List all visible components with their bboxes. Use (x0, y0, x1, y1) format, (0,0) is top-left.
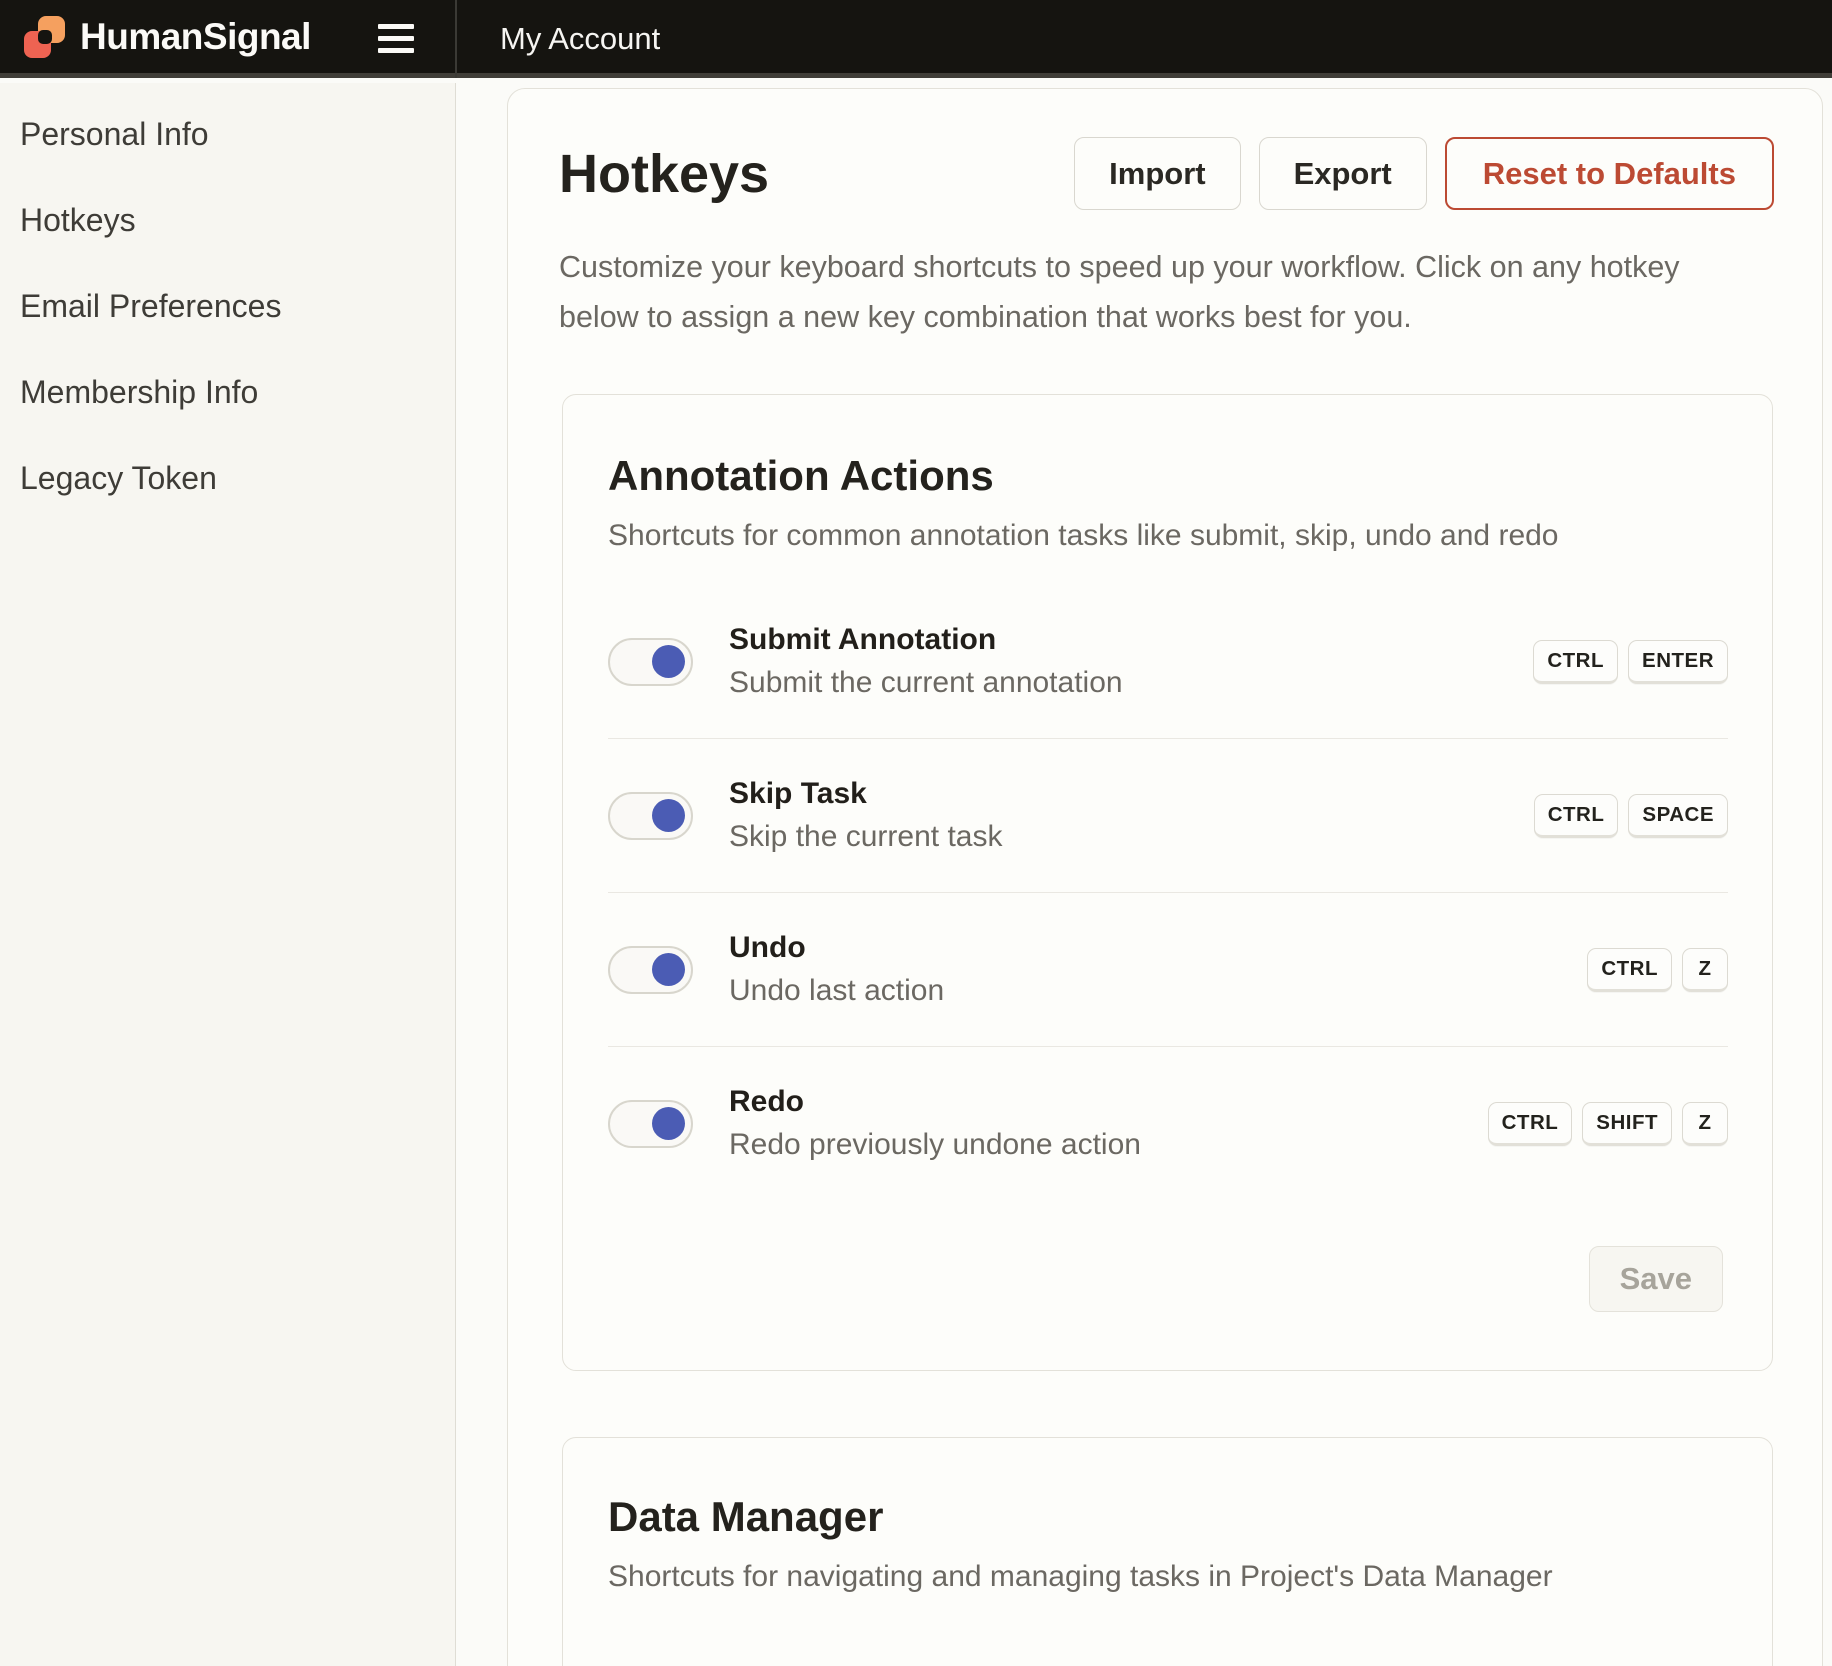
hotkey-row-text: Undo Undo last action (729, 929, 944, 1010)
annotation-actions-subtitle: Shortcuts for common annotation tasks li… (608, 517, 1728, 555)
key-chip-ctrl[interactable]: CTRL (1587, 948, 1672, 992)
save-row: Save (563, 1200, 1772, 1370)
hotkey-description: Skip the current task (729, 818, 1002, 856)
hotkey-title: Skip Task (729, 775, 1002, 813)
reset-to-defaults-button[interactable]: Reset to Defaults (1445, 137, 1774, 210)
key-chip-ctrl[interactable]: CTRL (1533, 640, 1618, 684)
page-title: My Account (500, 0, 660, 78)
key-chip-enter[interactable]: ENTER (1628, 640, 1728, 684)
hotkey-row-text: Submit Annotation Submit the current ann… (729, 621, 1123, 702)
toggle-knob (652, 1107, 685, 1140)
skip-task-toggle[interactable] (608, 792, 693, 840)
save-button[interactable]: Save (1589, 1246, 1723, 1312)
redo-toggle[interactable] (608, 1100, 693, 1148)
menu-icon[interactable] (378, 24, 414, 54)
submit-annotation-toggle[interactable] (608, 638, 693, 686)
hotkeys-header-buttons: Import Export Reset to Defaults (1074, 137, 1774, 210)
key-chip-ctrl[interactable]: CTRL (1534, 794, 1619, 838)
data-manager-title: Data Manager (608, 1492, 1728, 1542)
main-content: Hotkeys Import Export Reset to Defaults … (457, 83, 1832, 1666)
import-button[interactable]: Import (1074, 137, 1240, 210)
key-chip-space[interactable]: SPACE (1628, 794, 1728, 838)
hotkeys-description: Customize your keyboard shortcuts to spe… (559, 242, 1749, 342)
toggle-knob (652, 953, 685, 986)
hotkeys-header: Hotkeys Import Export Reset to Defaults (508, 89, 1822, 210)
hotkey-title: Submit Annotation (729, 621, 1123, 659)
hotkey-row-redo: Redo Redo previously undone action CTRL … (608, 1047, 1728, 1200)
undo-toggle[interactable] (608, 946, 693, 994)
key-chip-shift[interactable]: SHIFT (1582, 1102, 1672, 1146)
hotkey-keys: CTRL SPACE (1534, 794, 1728, 838)
top-bar: HumanSignal My Account (0, 0, 1832, 78)
key-chip-z[interactable]: Z (1682, 1102, 1728, 1146)
hotkey-description: Redo previously undone action (729, 1126, 1141, 1164)
data-manager-head: Data Manager Shortcuts for navigating an… (563, 1438, 1772, 1596)
hotkey-rows: Submit Annotation Submit the current ann… (608, 585, 1728, 1200)
key-chip-ctrl[interactable]: CTRL (1488, 1102, 1573, 1146)
sidebar-item-legacy-token[interactable]: Legacy Token (0, 435, 455, 521)
toggle-knob (652, 799, 685, 832)
hotkey-title: Redo (729, 1083, 1141, 1121)
hotkey-title: Undo (729, 929, 944, 967)
hotkeys-title: Hotkeys (559, 141, 769, 207)
sidebar-item-personal-info[interactable]: Personal Info (0, 91, 455, 177)
hotkey-row-submit-annotation: Submit Annotation Submit the current ann… (608, 585, 1728, 739)
hotkey-keys: CTRL SHIFT Z (1488, 1102, 1728, 1146)
brand-logo-link[interactable]: HumanSignal (0, 14, 311, 60)
data-manager-subtitle: Shortcuts for navigating and managing ta… (608, 1558, 1728, 1596)
annotation-actions-head: Annotation Actions Shortcuts for common … (563, 395, 1772, 555)
brand-name: HumanSignal (80, 16, 311, 58)
toggle-knob (652, 645, 685, 678)
sidebar-item-email-preferences[interactable]: Email Preferences (0, 263, 455, 349)
hotkey-row-text: Redo Redo previously undone action (729, 1083, 1141, 1164)
topbar-divider (455, 0, 457, 78)
data-manager-card: Data Manager Shortcuts for navigating an… (562, 1437, 1773, 1666)
hotkey-keys: CTRL ENTER (1533, 640, 1728, 684)
hotkey-row-undo: Undo Undo last action CTRL Z (608, 893, 1728, 1047)
hotkeys-panel: Hotkeys Import Export Reset to Defaults … (507, 88, 1823, 1666)
sidebar-item-hotkeys[interactable]: Hotkeys (0, 177, 455, 263)
hotkey-description: Submit the current annotation (729, 664, 1123, 702)
humansignal-logo-icon (22, 14, 68, 60)
key-chip-z[interactable]: Z (1682, 948, 1728, 992)
annotation-actions-card: Annotation Actions Shortcuts for common … (562, 394, 1773, 1371)
hotkey-description: Undo last action (729, 972, 944, 1010)
hotkey-row-text: Skip Task Skip the current task (729, 775, 1002, 856)
hotkey-keys: CTRL Z (1587, 948, 1728, 992)
hotkey-row-skip-task: Skip Task Skip the current task CTRL SPA… (608, 739, 1728, 893)
export-button[interactable]: Export (1259, 137, 1427, 210)
sidebar-item-membership-info[interactable]: Membership Info (0, 349, 455, 435)
annotation-actions-title: Annotation Actions (608, 451, 1728, 501)
account-sidebar: Personal Info Hotkeys Email Preferences … (0, 83, 456, 1666)
